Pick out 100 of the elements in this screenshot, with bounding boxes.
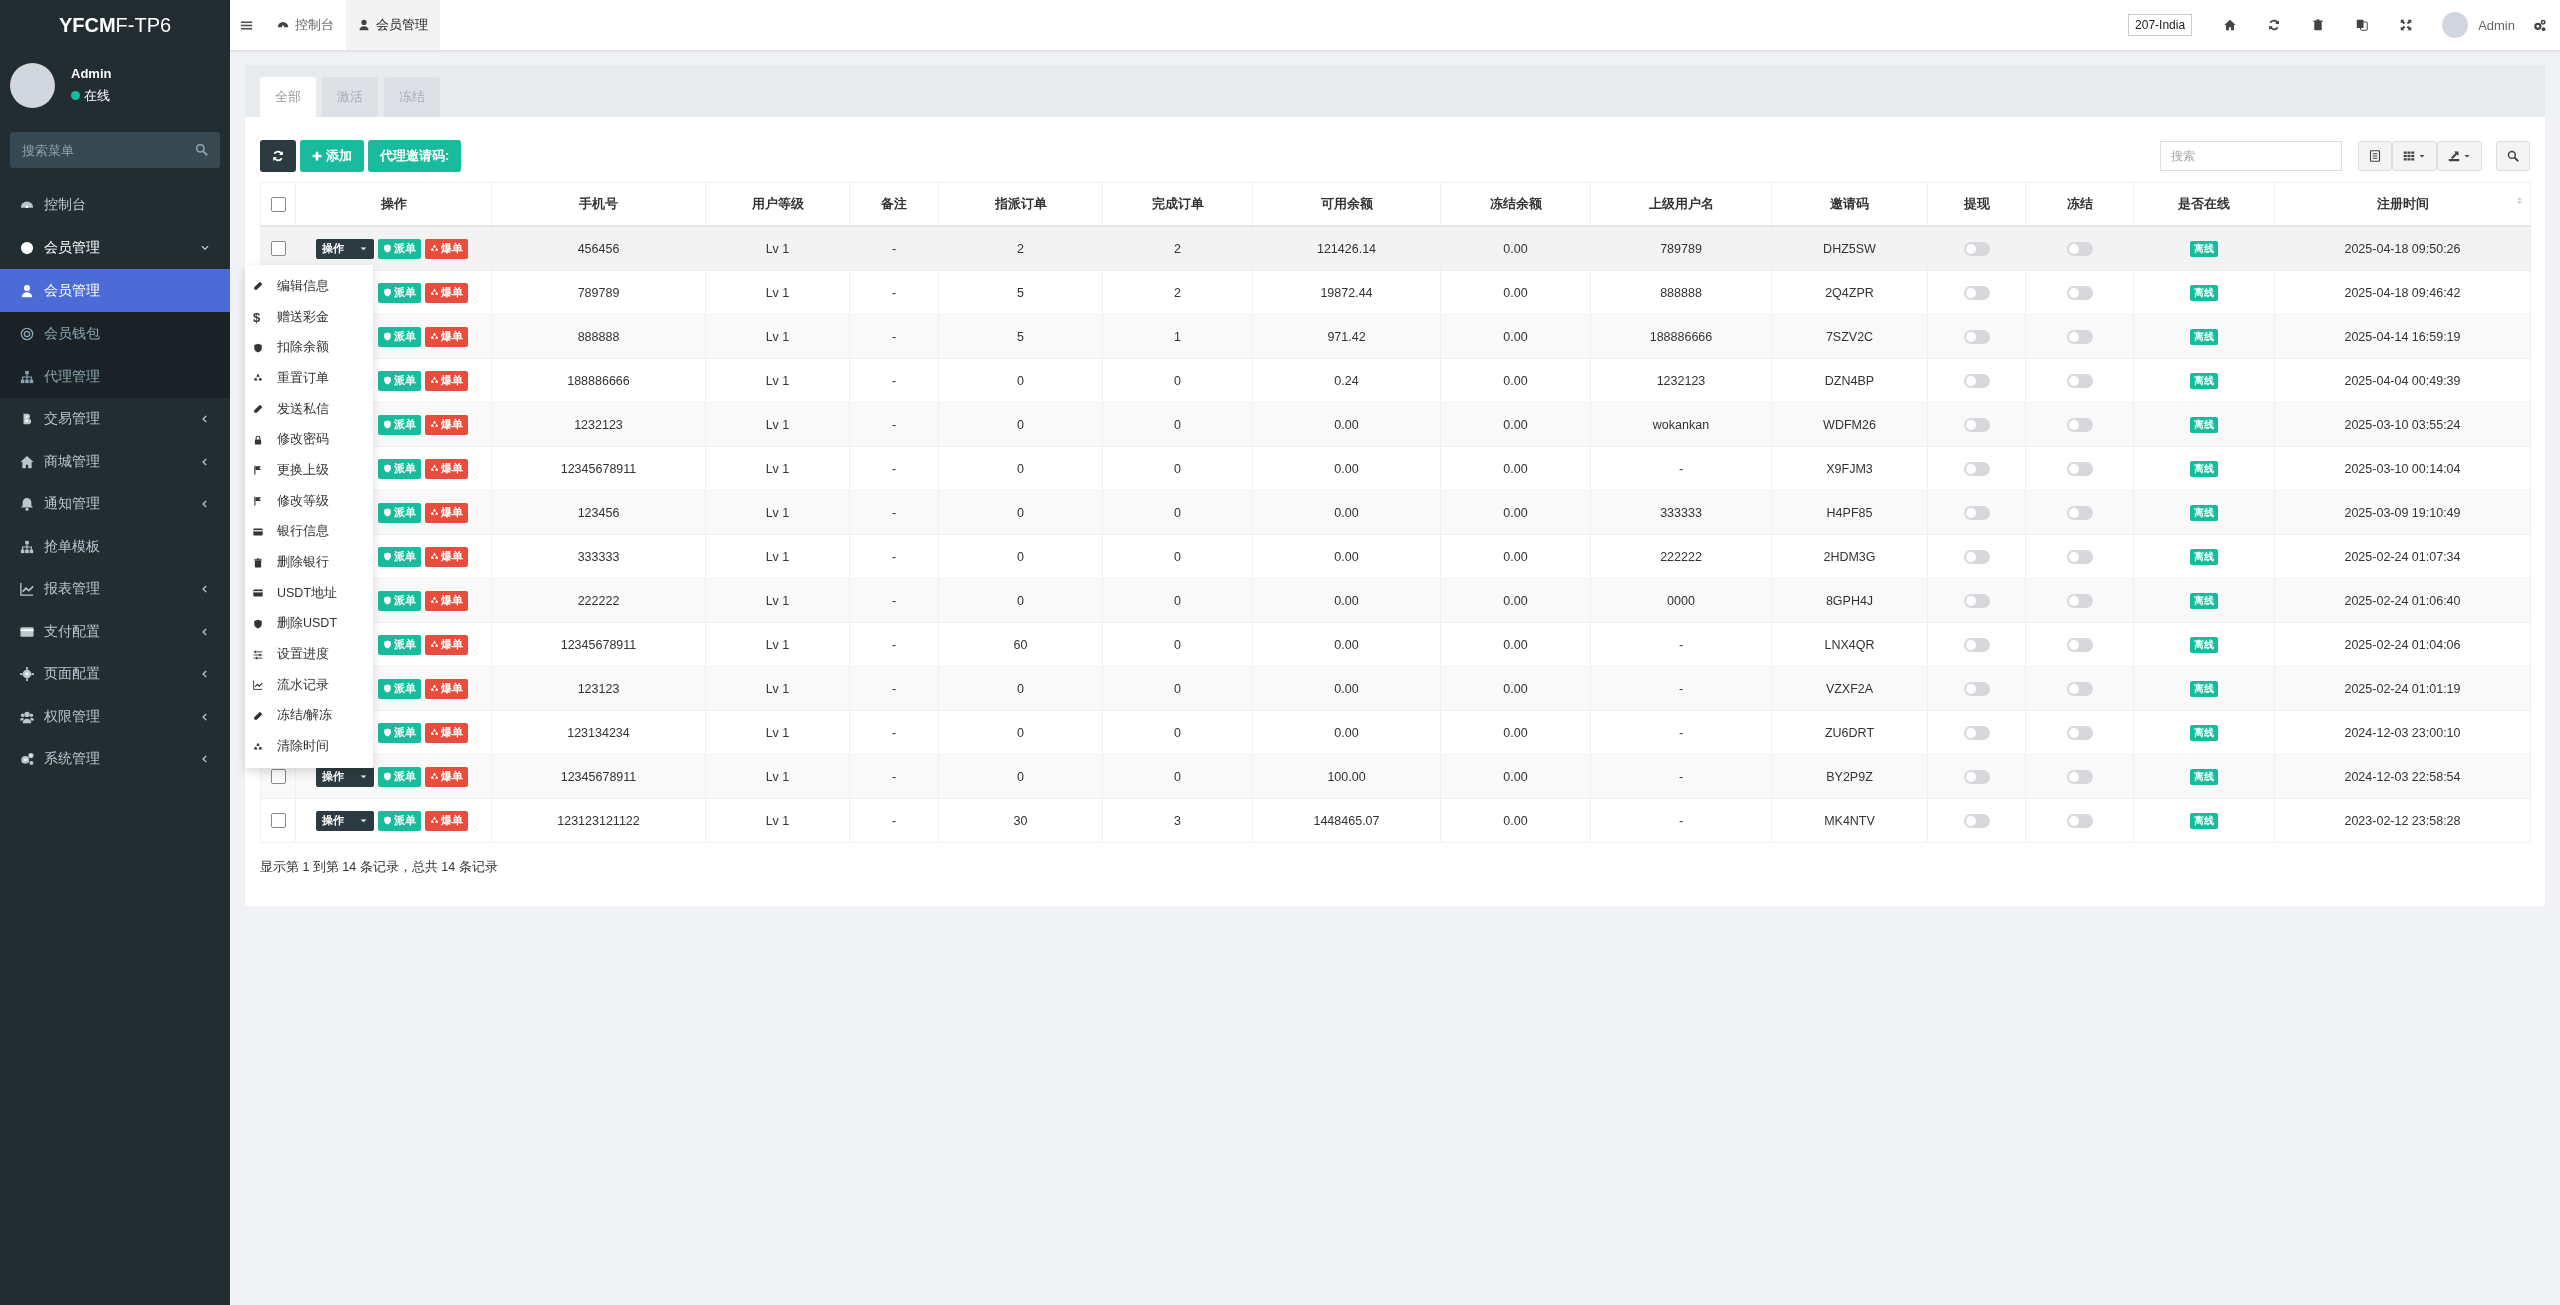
sidebar-subitem[interactable]: 会员钱包 xyxy=(0,312,230,355)
menu-item[interactable]: 设置进度 xyxy=(245,639,373,670)
refresh-icon[interactable] xyxy=(2268,19,2281,31)
sidebar-item[interactable]: 抢单模板 xyxy=(0,525,230,568)
list-view-button[interactable] xyxy=(2358,141,2392,171)
user-name[interactable]: Admin xyxy=(2478,17,2515,33)
sidebar-item[interactable]: 商城管理 xyxy=(0,440,230,483)
search-field[interactable]: 搜索 xyxy=(2160,141,2342,171)
sidebar-item[interactable]: 控制台 xyxy=(0,184,230,227)
toggle-switch[interactable] xyxy=(2066,505,2093,520)
burst-button[interactable]: 爆单 xyxy=(425,546,468,567)
toggle-switch[interactable] xyxy=(1963,681,1990,696)
nav-tab[interactable]: 控制台 xyxy=(265,0,346,50)
sidebar-item[interactable]: 支付配置 xyxy=(0,610,230,653)
toggle-switch[interactable] xyxy=(1963,329,1990,344)
burst-button[interactable]: 爆单 xyxy=(425,634,468,655)
fullscreen-icon[interactable] xyxy=(2400,19,2413,31)
menu-item[interactable]: 重置订单 xyxy=(245,363,373,394)
columns-button[interactable] xyxy=(2392,141,2437,171)
sidebar-item[interactable]: 系统管理 xyxy=(0,738,230,781)
toggle-switch[interactable] xyxy=(1963,813,1990,828)
burst-button[interactable]: 爆单 xyxy=(425,766,468,787)
menu-item[interactable]: 修改密码 xyxy=(245,424,373,456)
burst-button[interactable]: 爆单 xyxy=(425,370,468,391)
sidebar-item[interactable]: 通知管理 xyxy=(0,483,230,526)
refresh-button[interactable] xyxy=(260,140,296,172)
toggle-switch[interactable] xyxy=(2066,813,2093,828)
sidebar-subitem[interactable]: 会员管理 xyxy=(0,269,230,312)
menu-search-field[interactable]: 搜索菜单 xyxy=(10,132,220,168)
search-button[interactable] xyxy=(2496,141,2530,171)
actions-dropdown-button[interactable]: 操作 xyxy=(316,766,374,787)
toggle-switch[interactable] xyxy=(2066,241,2093,256)
toggle-switch[interactable] xyxy=(1963,637,1990,652)
menu-item[interactable]: 修改等级 xyxy=(245,485,373,517)
actions-dropdown-button[interactable]: 操作 xyxy=(316,238,374,259)
toggle-switch[interactable] xyxy=(1963,241,1990,256)
export-button[interactable] xyxy=(2437,141,2482,171)
menu-item[interactable]: 冻结/解冻 xyxy=(245,700,373,732)
burst-button[interactable]: 爆单 xyxy=(425,722,468,743)
translate-icon[interactable] xyxy=(2356,19,2369,31)
toggle-switch[interactable] xyxy=(1963,769,1990,784)
toggle-switch[interactable] xyxy=(1963,373,1990,388)
row-checkbox[interactable] xyxy=(270,769,286,785)
toggle-switch[interactable] xyxy=(2066,769,2093,784)
table-cell: 0 xyxy=(1102,666,1253,711)
toggle-switch[interactable] xyxy=(2066,329,2093,344)
sidebar-item[interactable]: 交易管理 xyxy=(0,398,230,441)
toggle-switch[interactable] xyxy=(1963,593,1990,608)
row-checkbox[interactable] xyxy=(270,241,286,257)
sidebar-item[interactable]: 报表管理 xyxy=(0,568,230,611)
menu-item[interactable]: 流水记录 xyxy=(245,669,373,701)
menu-item[interactable]: $ 赠送彩金 xyxy=(245,301,373,333)
toggle-switch[interactable] xyxy=(2066,549,2093,564)
toggle-switch[interactable] xyxy=(2066,593,2093,608)
row-checkbox[interactable] xyxy=(270,813,286,829)
actions-dropdown-button[interactable]: 操作 xyxy=(316,810,374,831)
burst-button[interactable]: 爆单 xyxy=(425,326,468,347)
toggle-switch[interactable] xyxy=(1963,505,1990,520)
trash-icon[interactable] xyxy=(2312,19,2325,31)
gears-icon[interactable] xyxy=(2533,18,2546,32)
toggle-switch[interactable] xyxy=(1963,417,1990,432)
toggle-switch[interactable] xyxy=(2066,417,2093,432)
nav-tab[interactable]: 会员管理 xyxy=(346,0,440,50)
sort-icon[interactable] xyxy=(2515,196,2524,205)
burst-button[interactable]: 爆单 xyxy=(425,678,468,699)
toggle-switch[interactable] xyxy=(2066,461,2093,476)
select-all-checkbox[interactable] xyxy=(270,196,286,212)
menu-item[interactable]: 更换上级 xyxy=(245,455,373,486)
menu-item[interactable]: 删除银行 xyxy=(245,547,373,578)
toggle-switch[interactable] xyxy=(2066,681,2093,696)
menu-icon[interactable] xyxy=(240,18,253,32)
toggle-switch[interactable] xyxy=(1963,461,1990,476)
toggle-switch[interactable] xyxy=(2066,725,2093,740)
burst-button[interactable]: 爆单 xyxy=(425,502,468,523)
sidebar-subitem[interactable]: 代理管理 xyxy=(0,355,230,398)
toggle-switch[interactable] xyxy=(1963,285,1990,300)
home-icon[interactable] xyxy=(2224,19,2237,31)
menu-item[interactable]: 删除USDT xyxy=(245,608,373,640)
burst-button[interactable]: 爆单 xyxy=(425,238,468,259)
site-selector[interactable]: 207-India xyxy=(2128,14,2193,36)
burst-button[interactable]: 爆单 xyxy=(425,590,468,611)
burst-button[interactable]: 爆单 xyxy=(425,810,468,831)
menu-item[interactable]: USDT地址 xyxy=(245,577,373,609)
sidebar-item[interactable]: 会员管理 xyxy=(0,226,230,269)
menu-item[interactable]: 发送私信 xyxy=(245,393,373,425)
menu-item[interactable]: 银行信息 xyxy=(245,516,373,548)
sidebar-item[interactable]: 页面配置 xyxy=(0,653,230,696)
menu-item[interactable]: 清除时间 xyxy=(245,731,373,762)
toggle-switch[interactable] xyxy=(1963,725,1990,740)
menu-item[interactable]: 编辑信息 xyxy=(245,271,373,302)
menu-item[interactable]: 扣除余额 xyxy=(245,332,373,364)
toggle-switch[interactable] xyxy=(1963,549,1990,564)
toggle-switch[interactable] xyxy=(2066,373,2093,388)
caret-icon xyxy=(359,772,368,781)
toggle-switch[interactable] xyxy=(2066,637,2093,652)
burst-button[interactable]: 爆单 xyxy=(425,414,468,435)
burst-button[interactable]: 爆单 xyxy=(425,282,468,303)
sidebar-item[interactable]: 权限管理 xyxy=(0,695,230,738)
toggle-switch[interactable] xyxy=(2066,285,2093,300)
burst-button[interactable]: 爆单 xyxy=(425,458,468,479)
